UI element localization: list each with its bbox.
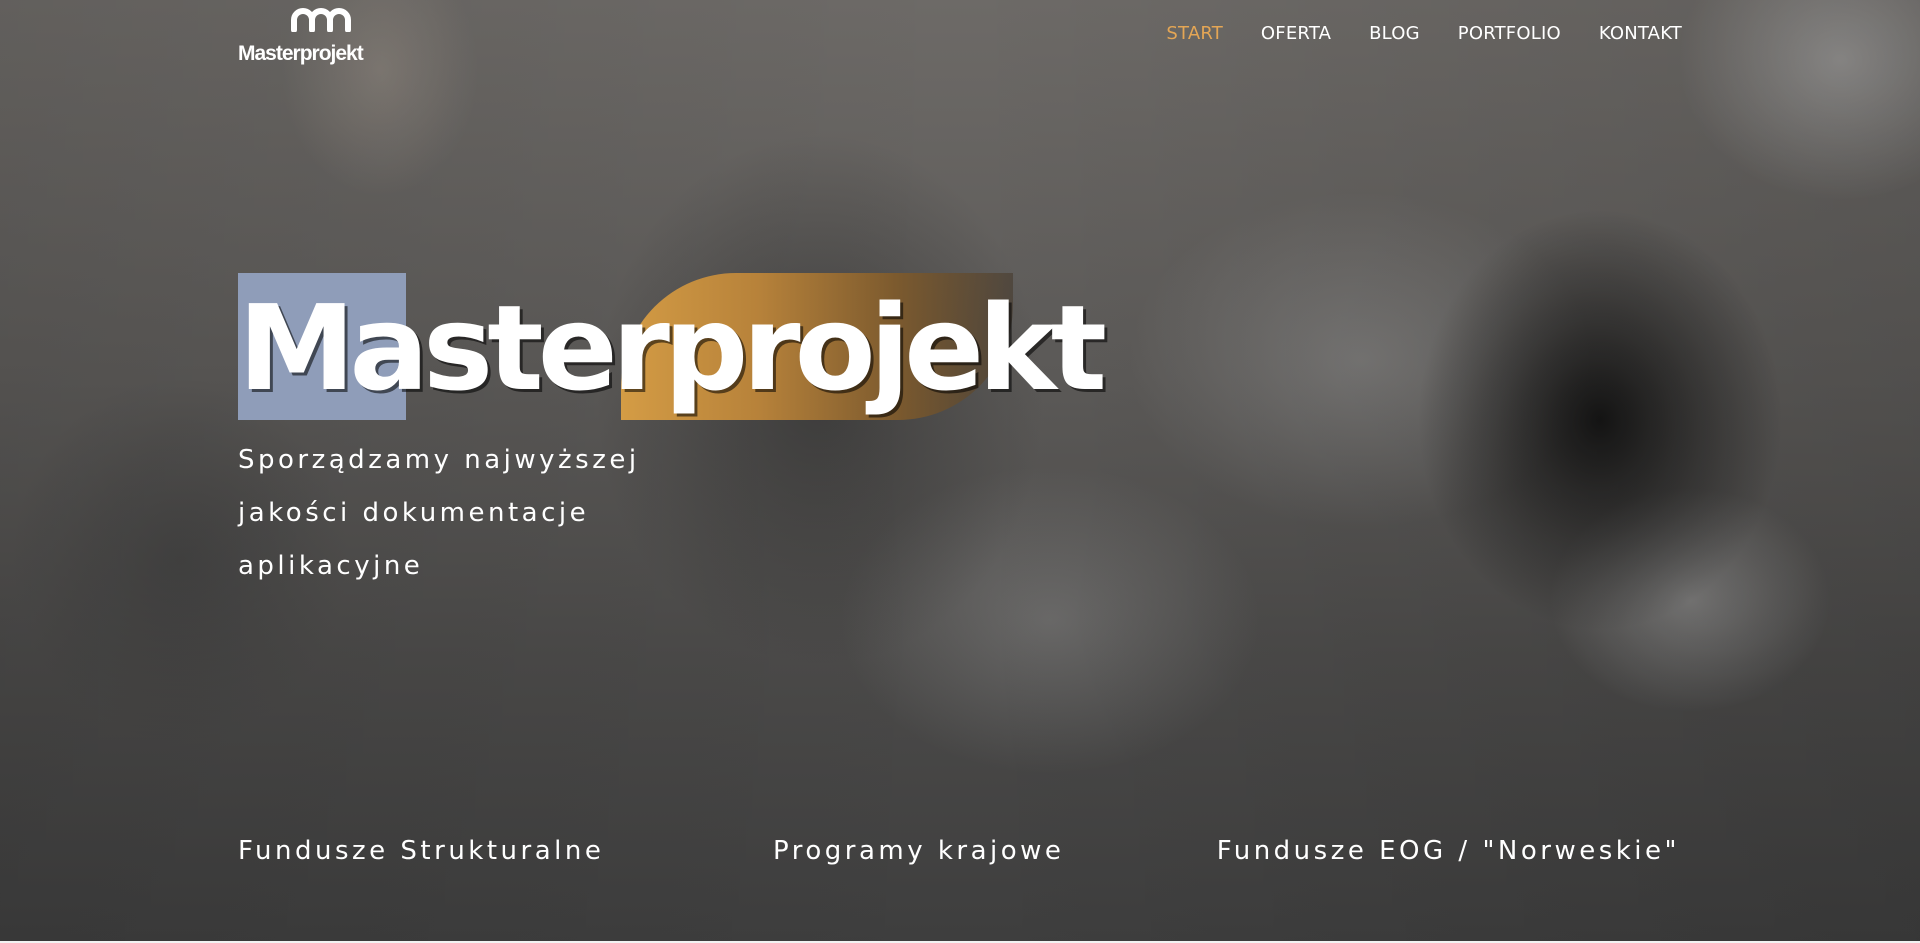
- tagline-line: jakości dokumentacje: [238, 498, 590, 528]
- site-logo[interactable]: Masterprojekt: [238, 8, 364, 64]
- nav-item-blog[interactable]: BLOG: [1369, 22, 1420, 46]
- tagline-line: aplikacyjne: [238, 551, 424, 581]
- logo-text: Masterprojekt: [238, 42, 364, 65]
- hero-section: Masterprojekt START OFERTA BLOG PORTFOLI…: [0, 0, 1920, 941]
- hero-tagline: Sporządzamy najwyższej jakości dokumenta…: [238, 434, 698, 593]
- hero-title: Masterprojekt: [238, 279, 1107, 417]
- fund-link-eog[interactable]: Fundusze EOG / "Norweskie": [1217, 834, 1680, 868]
- fund-link-krajowe[interactable]: Programy krajowe: [773, 834, 1064, 868]
- mmm-logo-icon: [291, 8, 351, 32]
- nav-item-portfolio[interactable]: PORTFOLIO: [1458, 22, 1561, 46]
- nav-item-kontakt[interactable]: KONTAKT: [1599, 22, 1682, 46]
- fund-link-strukturalne[interactable]: Fundusze Strukturalne: [238, 834, 604, 868]
- nav-item-start[interactable]: START: [1166, 22, 1223, 46]
- main-navigation: START OFERTA BLOG PORTFOLIO KONTAKT: [1166, 22, 1682, 46]
- nav-item-oferta[interactable]: OFERTA: [1261, 22, 1331, 46]
- tagline-line: Sporządzamy najwyższej: [238, 445, 640, 475]
- hero-title-block: Masterprojekt: [238, 273, 1107, 420]
